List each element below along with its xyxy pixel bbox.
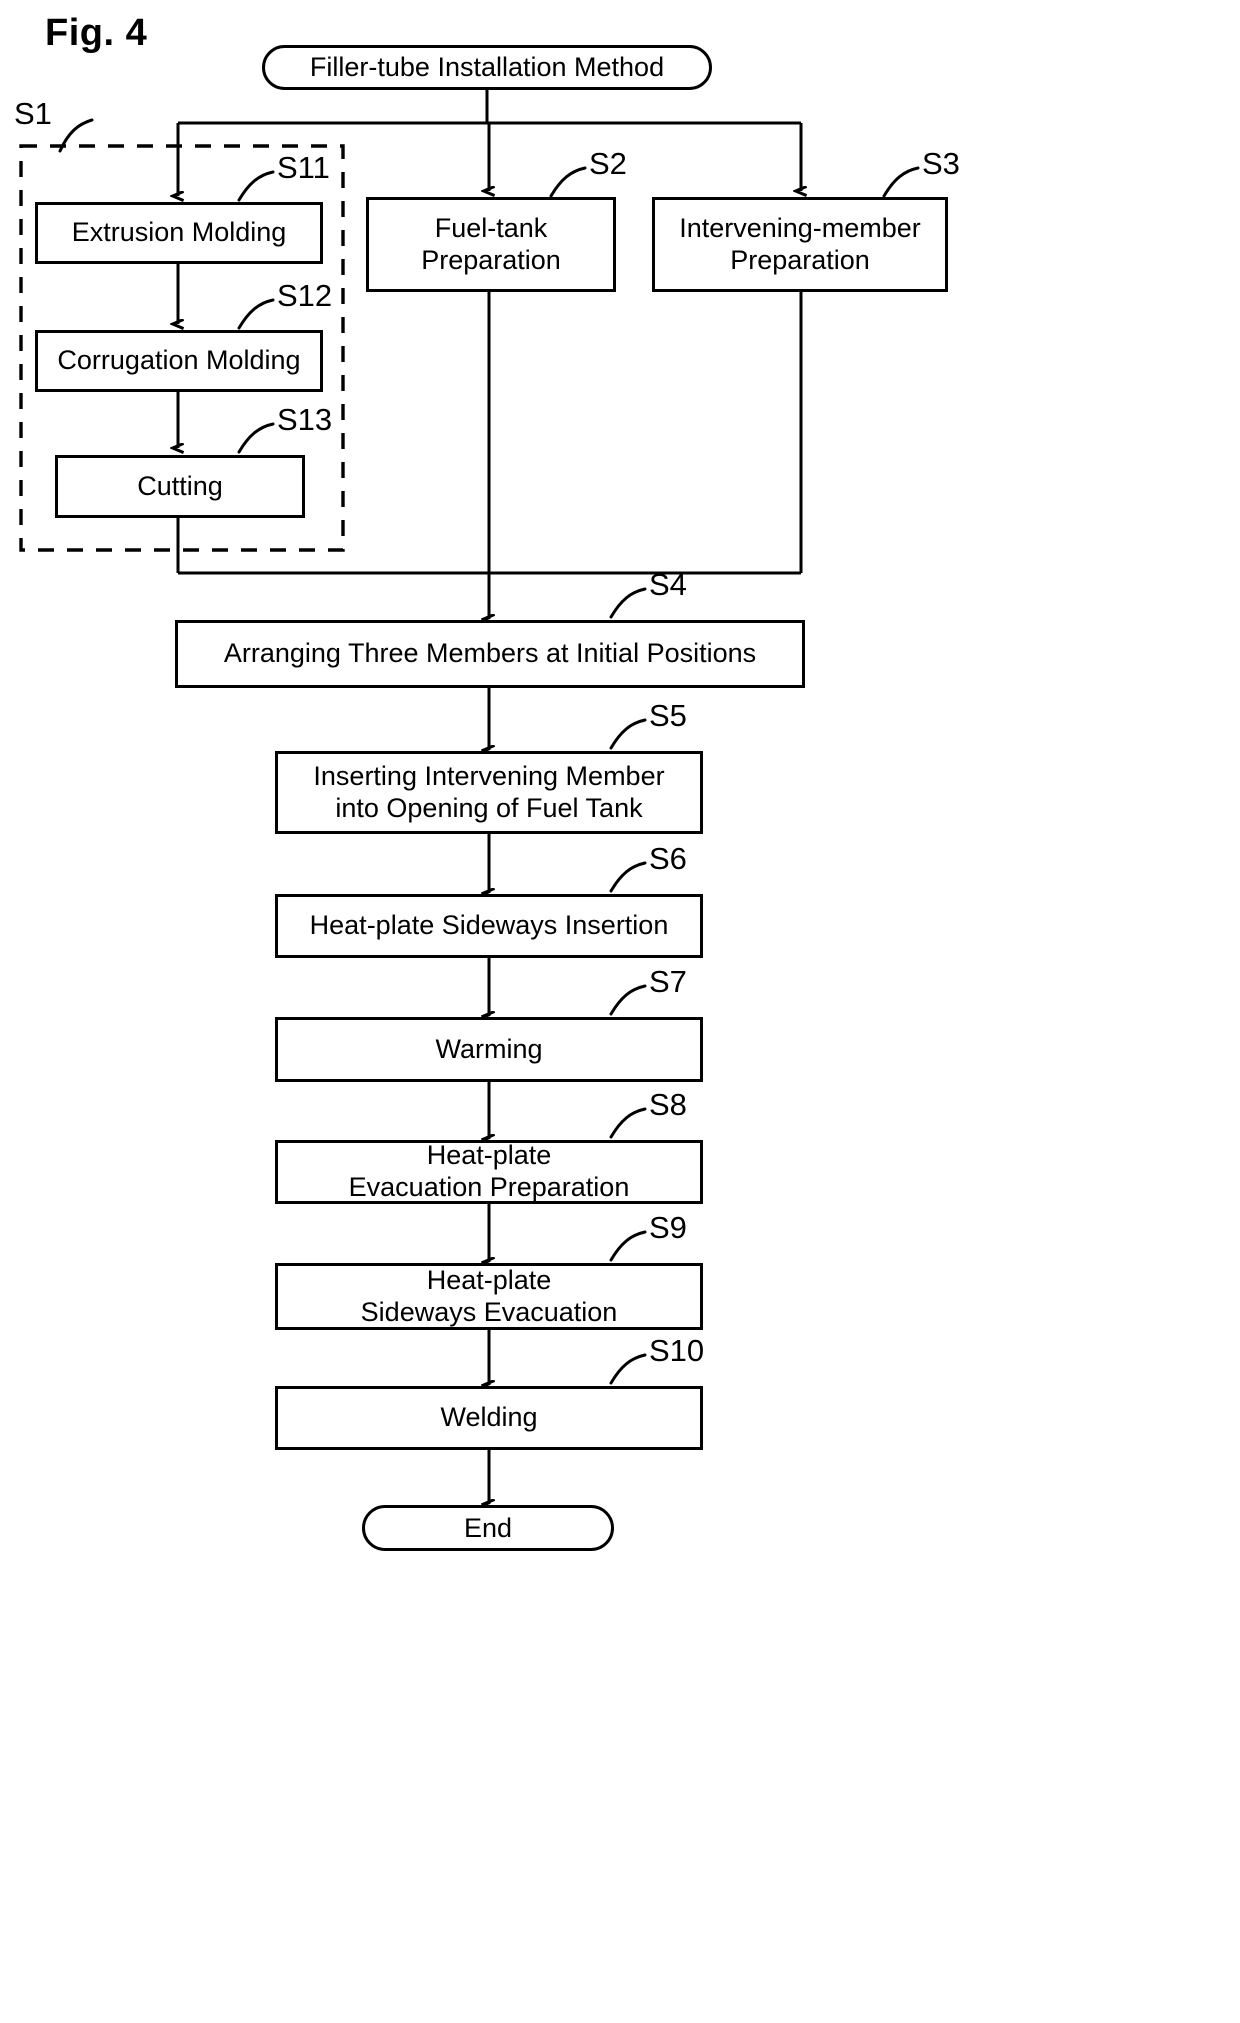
reference-s4: S4 — [649, 567, 687, 602]
step-label-s11: Extrusion Molding — [71, 217, 287, 248]
reference-s9: S9 — [649, 1210, 687, 1245]
reference-s10: S10 — [649, 1333, 705, 1368]
step-label-s3: Intervening-member Preparation — [679, 212, 921, 275]
start-terminal-label: Filler-tube Installation Method — [309, 52, 665, 82]
step-box-s4: Arranging Three Members at Initial Posit… — [175, 620, 805, 688]
reference-s13: S13 — [277, 402, 333, 437]
step-box-s5: Inserting Intervening Member into Openin… — [275, 751, 703, 834]
step-box-s12: Corrugation Molding — [35, 330, 323, 392]
step-label-s10: Welding — [440, 1402, 538, 1433]
step-label-s5: Inserting Intervening Member into Openin… — [313, 760, 665, 823]
reference-s7: S7 — [649, 964, 687, 999]
end-terminal: End — [362, 1505, 614, 1551]
step-label-s8: Heat-plate Evacuation Preparation — [348, 1140, 630, 1202]
step-box-s8: Heat-plate Evacuation Preparation — [275, 1140, 703, 1204]
step-label-s9: Heat-plate Sideways Evacuation — [360, 1264, 618, 1327]
reference-s1: S1 — [14, 96, 52, 131]
reference-s3: S3 — [922, 146, 960, 181]
end-terminal-label: End — [463, 1512, 513, 1543]
reference-s2: S2 — [589, 146, 627, 181]
reference-s6: S6 — [649, 841, 687, 876]
start-terminal: Filler-tube Installation Method — [262, 45, 712, 90]
step-box-s2: Fuel-tank Preparation — [366, 197, 616, 292]
step-label-s6: Heat-plate Sideways Insertion — [309, 910, 669, 941]
step-box-s9: Heat-plate Sideways Evacuation — [275, 1263, 703, 1330]
reference-s12: S12 — [277, 278, 333, 313]
step-label-s7: Warming — [435, 1033, 543, 1064]
step-label-s2: Fuel-tank Preparation — [421, 212, 561, 275]
step-box-s3: Intervening-member Preparation — [652, 197, 948, 292]
step-box-s7: Warming — [275, 1017, 703, 1082]
reference-s5: S5 — [649, 698, 687, 733]
figure-canvas: Fig. 4 Filler-tube Installation Method S… — [0, 0, 1240, 2023]
step-label-s4: Arranging Three Members at Initial Posit… — [223, 638, 757, 669]
step-label-s13: Cutting — [137, 470, 223, 501]
step-box-s6: Heat-plate Sideways Insertion — [275, 894, 703, 958]
step-box-s10: Welding — [275, 1386, 703, 1450]
step-label-s12: Corrugation Molding — [57, 345, 301, 376]
step-box-s11: Extrusion Molding — [35, 202, 323, 264]
reference-s11: S11 — [277, 150, 330, 185]
step-box-s13: Cutting — [55, 455, 305, 518]
reference-s8: S8 — [649, 1087, 687, 1122]
flowchart-connectors — [19, 89, 920, 2023]
